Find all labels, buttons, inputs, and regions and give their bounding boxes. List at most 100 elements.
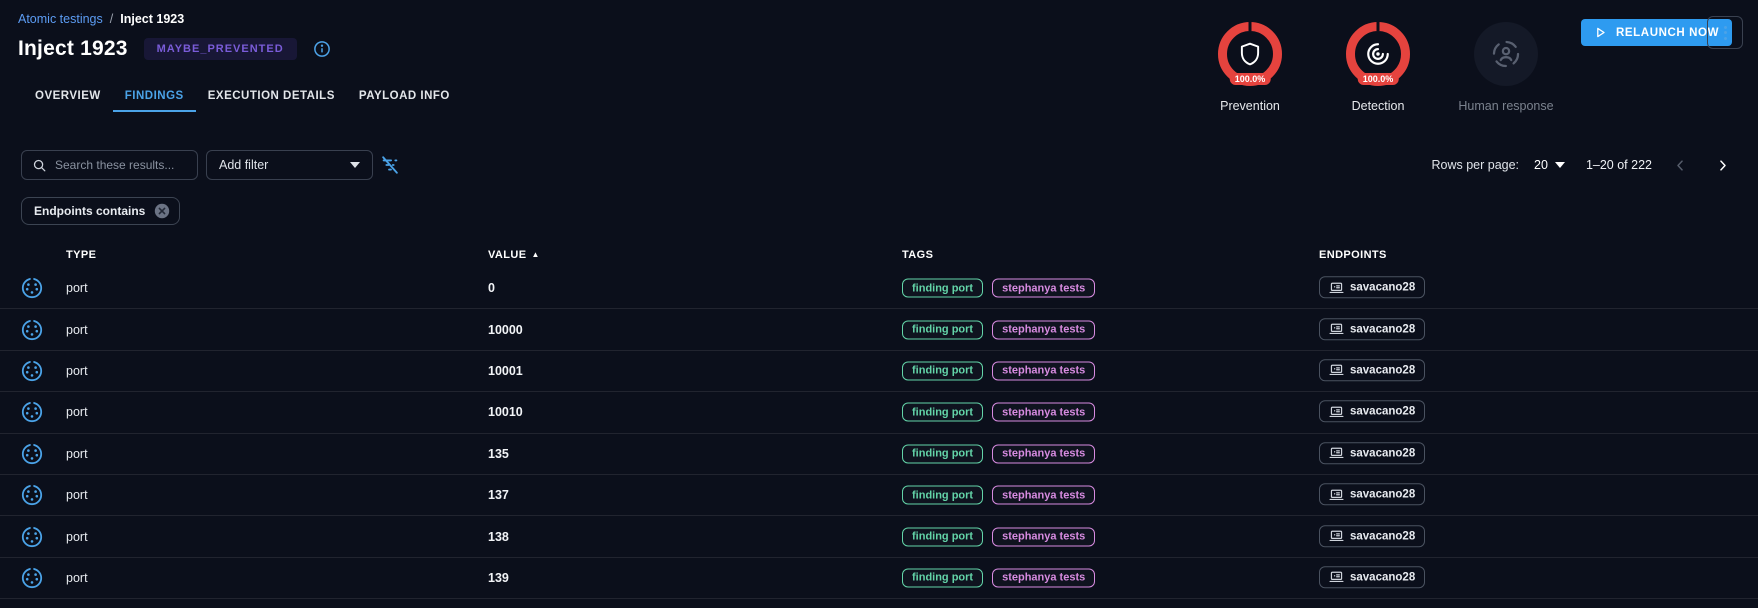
finding-value: 138 — [488, 530, 509, 544]
finding-type: port — [66, 323, 88, 337]
rows-per-page-label: Rows per page: — [1431, 158, 1519, 172]
human-response-score: Human response — [1444, 22, 1568, 113]
port-icon — [20, 442, 44, 466]
page-title: Inject 1923 — [18, 37, 128, 61]
rows-per-page-select[interactable]: 20 — [1534, 158, 1565, 172]
tab-findings[interactable]: FINDINGS — [113, 82, 196, 112]
endpoint-chip[interactable]: savacano28 — [1319, 442, 1425, 464]
tag-chip[interactable]: stephanya tests — [992, 361, 1095, 380]
prevention-label: Prevention — [1220, 99, 1280, 113]
endpoint-chip[interactable]: savacano28 — [1319, 276, 1425, 298]
finding-type: port — [66, 281, 88, 295]
endpoint-cell: savacano28 — [1319, 401, 1425, 425]
table-row[interactable]: port 0 finding portstephanya tests sava — [0, 268, 1758, 309]
endpoint-cell: savacano28 — [1319, 483, 1425, 507]
tag-chip[interactable]: stephanya tests — [992, 279, 1095, 298]
tab-bar: OVERVIEW FINDINGS EXECUTION DETAILS PAYL… — [23, 82, 462, 112]
tag-chip[interactable]: finding port — [902, 486, 983, 505]
title-row: Inject 1923 MAYBE_PREVENTED — [18, 37, 331, 61]
rows-per-page-value: 20 — [1534, 158, 1548, 172]
tag-chip[interactable]: finding port — [902, 444, 983, 463]
endpoint-name: savacano28 — [1350, 571, 1415, 583]
tab-overview[interactable]: OVERVIEW — [23, 82, 113, 112]
table-row[interactable]: port 10010 finding portstephanya tests — [0, 392, 1758, 433]
endpoint-chip[interactable]: savacano28 — [1319, 483, 1425, 505]
finding-value: 10000 — [488, 323, 523, 337]
tab-execution-details[interactable]: EXECUTION DETAILS — [196, 82, 347, 112]
prevention-score: 100.0% Prevention — [1188, 22, 1312, 113]
table-row[interactable]: port 139 finding portstephanya tests sa — [0, 558, 1758, 599]
add-filter-dropdown[interactable]: Add filter — [206, 150, 373, 180]
tag-chip[interactable]: stephanya tests — [992, 444, 1095, 463]
tag-chip[interactable]: finding port — [902, 527, 983, 546]
endpoint-name: savacano28 — [1350, 488, 1415, 500]
add-filter-label: Add filter — [219, 158, 268, 172]
tag-chip[interactable]: finding port — [902, 403, 983, 422]
tag-list: finding port stephanya tests — [902, 568, 1095, 587]
finding-type: port — [66, 571, 88, 585]
human-response-gauge — [1474, 22, 1538, 86]
tab-payload-info[interactable]: PAYLOAD INFO — [347, 82, 462, 112]
tag-chip[interactable]: finding port — [902, 279, 983, 298]
finding-type: port — [66, 364, 88, 378]
device-icon — [1329, 404, 1344, 419]
detection-gauge: 100.0% — [1346, 22, 1410, 86]
findings-table-header: TYPE VALUE ▲ TAGS ENDPOINTS — [0, 241, 1758, 268]
column-header-tags: TAGS — [902, 249, 933, 261]
device-icon — [1329, 570, 1344, 585]
device-icon — [1329, 528, 1344, 543]
tag-chip[interactable]: finding port — [902, 568, 983, 587]
sort-asc-icon: ▲ — [531, 250, 539, 259]
filter-chip-label: Endpoints contains — [34, 204, 145, 218]
column-header-type[interactable]: TYPE — [66, 249, 96, 261]
tag-chip[interactable]: finding port — [902, 320, 983, 339]
endpoint-chip[interactable]: savacano28 — [1319, 359, 1425, 381]
endpoint-chip[interactable]: savacano28 — [1319, 401, 1425, 423]
detection-score: 100.0% Detection — [1316, 22, 1440, 113]
tag-list: finding port stephanya tests — [902, 527, 1095, 546]
endpoint-chip[interactable]: savacano28 — [1319, 566, 1425, 588]
endpoint-name: savacano28 — [1350, 364, 1415, 376]
more-options-button[interactable] — [1707, 16, 1743, 49]
table-row[interactable]: port 137 finding portstephanya tests sa — [0, 475, 1758, 516]
table-row[interactable]: port 10000 finding port stephanya tests — [0, 309, 1758, 350]
tag-chip[interactable]: stephanya tests — [992, 527, 1095, 546]
port-icon — [20, 566, 44, 590]
table-row[interactable]: port 138 finding portstephanya tests sa — [0, 516, 1758, 557]
table-row[interactable]: port 135 finding portstephanya tests sa — [0, 434, 1758, 475]
column-header-value[interactable]: VALUE ▲ — [488, 249, 540, 261]
tag-chip[interactable]: stephanya tests — [992, 486, 1095, 505]
endpoint-chip[interactable]: savacano28 — [1319, 318, 1425, 340]
breadcrumb-link-atomic-testings[interactable]: Atomic testings — [18, 12, 103, 26]
previous-page-button[interactable] — [1667, 152, 1694, 179]
next-page-button[interactable] — [1709, 152, 1736, 179]
info-icon[interactable] — [313, 40, 331, 58]
breadcrumb-current: Inject 1923 — [120, 12, 184, 26]
endpoint-cell: savacano28 — [1319, 359, 1425, 383]
track-changes-icon — [1365, 41, 1391, 67]
tag-list: finding port stephanya tests — [902, 444, 1095, 463]
filter-chip-endpoints-contains[interactable]: Endpoints contains — [21, 197, 180, 225]
tag-chip[interactable]: stephanya tests — [992, 568, 1095, 587]
relaunch-now-label: RELAUNCH NOW — [1616, 27, 1719, 39]
status-badge: MAYBE_PREVENTED — [144, 38, 297, 60]
search-icon — [32, 158, 47, 173]
tag-chip[interactable]: stephanya tests — [992, 320, 1095, 339]
tag-list: finding port stephanya tests — [902, 279, 1095, 298]
tag-chip[interactable]: finding port — [902, 361, 983, 380]
endpoint-chip[interactable]: savacano28 — [1319, 525, 1425, 547]
device-icon — [1329, 446, 1344, 461]
search-box — [21, 150, 198, 180]
table-row[interactable]: port 10001 finding portstephanya tests — [0, 351, 1758, 392]
tag-list: finding port stephanya tests — [902, 320, 1095, 339]
port-icon — [20, 400, 44, 424]
tag-chip[interactable]: stephanya tests — [992, 403, 1095, 422]
finding-type: port — [66, 447, 88, 461]
search-input[interactable] — [55, 158, 187, 172]
remove-filter-icon[interactable] — [154, 203, 170, 219]
detection-label: Detection — [1352, 99, 1405, 113]
findings-rows: port 0 finding portstephanya tests sava — [0, 268, 1758, 599]
endpoint-cell: savacano28 — [1319, 566, 1425, 590]
clear-filters-icon[interactable] — [379, 154, 401, 176]
finding-type: port — [66, 530, 88, 544]
